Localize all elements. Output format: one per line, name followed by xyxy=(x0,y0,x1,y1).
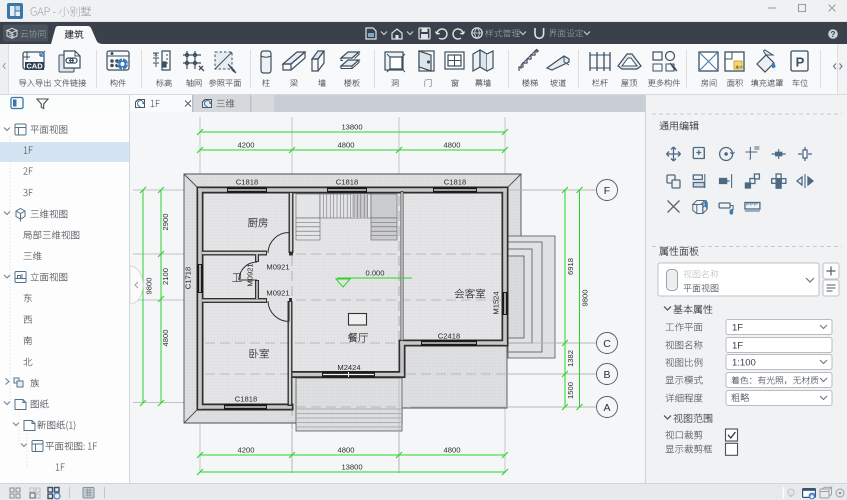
svg-text:C1818: C1818 xyxy=(235,394,257,403)
svg-text:A: A xyxy=(603,402,610,414)
svg-text:C1818: C1818 xyxy=(444,177,466,186)
svg-text:6918: 6918 xyxy=(566,258,575,275)
svg-text:M0921: M0921 xyxy=(266,288,289,297)
svg-text:F: F xyxy=(604,185,610,197)
svg-text:4800: 4800 xyxy=(444,140,461,149)
svg-text:1:100: 1:100 xyxy=(732,358,756,369)
svg-text:M0921: M0921 xyxy=(266,262,289,271)
svg-text:4200: 4200 xyxy=(238,445,255,454)
svg-text:C1818: C1818 xyxy=(236,177,258,186)
svg-text:9800: 9800 xyxy=(581,290,590,307)
svg-text:M2424: M2424 xyxy=(337,363,360,372)
svg-text:1F: 1F xyxy=(732,341,743,352)
svg-text:4800: 4800 xyxy=(444,445,461,454)
svg-text:13800: 13800 xyxy=(341,462,362,471)
svg-text:4200: 4200 xyxy=(238,140,255,149)
svg-text:4800: 4800 xyxy=(161,330,170,347)
svg-text:1382: 1382 xyxy=(566,350,575,367)
svg-text:C1818: C1818 xyxy=(336,177,358,186)
svg-text:2900: 2900 xyxy=(161,214,170,231)
svg-text:4800: 4800 xyxy=(338,445,355,454)
svg-text:2100: 2100 xyxy=(161,268,170,285)
svg-text:C1718: C1718 xyxy=(184,267,193,289)
svg-text:P: P xyxy=(796,55,805,70)
svg-text:C2418: C2418 xyxy=(438,331,460,340)
svg-text:9800: 9800 xyxy=(145,278,154,295)
svg-text:CAD: CAD xyxy=(26,62,43,71)
svg-text:13800: 13800 xyxy=(341,122,362,131)
svg-text:1F: 1F xyxy=(732,323,743,334)
svg-text:M1524: M1524 xyxy=(492,291,501,314)
svg-text:0.000: 0.000 xyxy=(365,269,384,278)
svg-text:4800: 4800 xyxy=(338,140,355,149)
svg-text:1500: 1500 xyxy=(566,382,575,399)
svg-text:M0921: M0921 xyxy=(246,263,255,286)
svg-text:?: ? xyxy=(831,30,836,39)
svg-text:SL: SL xyxy=(153,52,159,57)
svg-text:C: C xyxy=(603,338,611,350)
svg-text:B: B xyxy=(603,369,610,381)
